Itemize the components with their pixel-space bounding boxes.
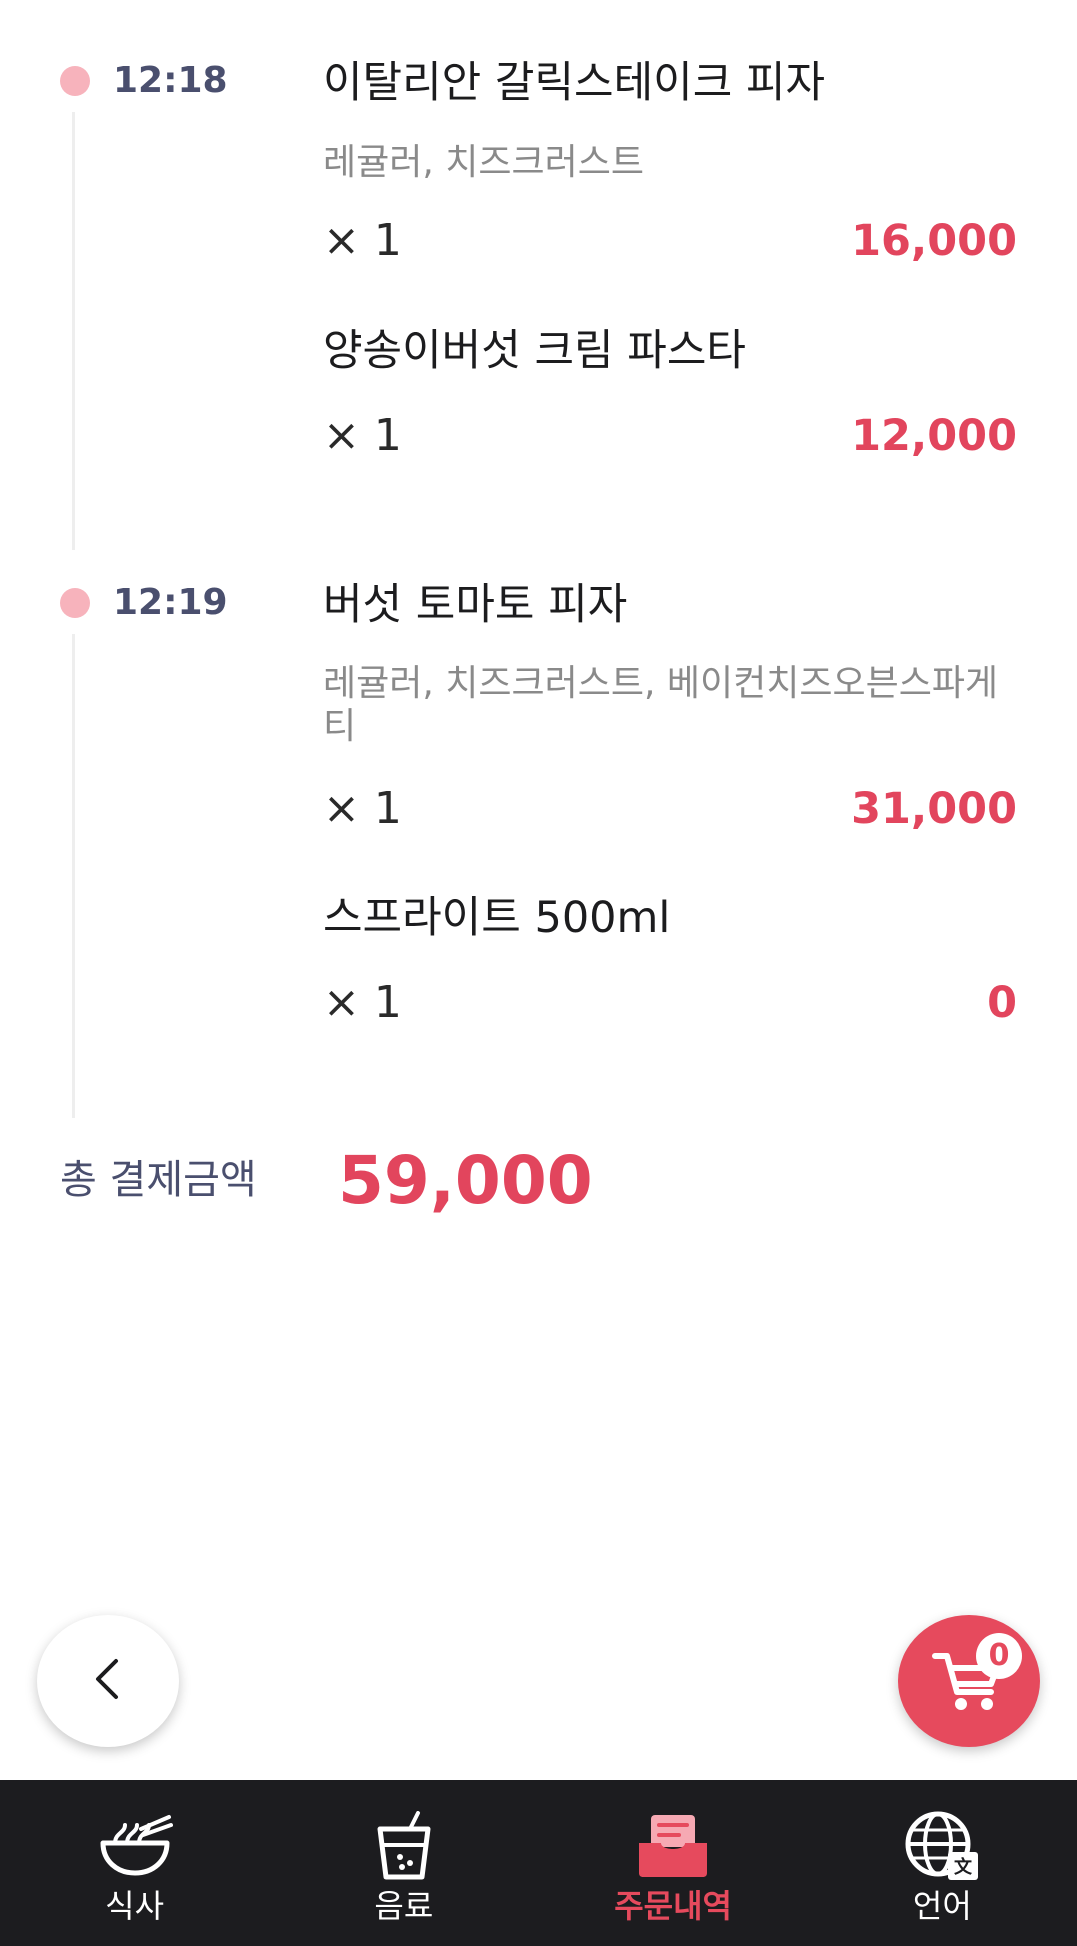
drink-cup-icon (364, 1806, 444, 1886)
timeline-dot (60, 588, 90, 618)
nav-item-meal[interactable]: 식사 (0, 1780, 269, 1946)
nav-label: 음료 (374, 1887, 434, 1925)
nav-item-order-history[interactable]: 주문내역 (539, 1780, 808, 1946)
nav-item-drink[interactable]: 음료 (269, 1780, 538, 1946)
globe-language-icon: 文 (902, 1806, 982, 1886)
nav-label: 언어 (912, 1887, 972, 1925)
item-quantity: × 1 (323, 783, 402, 834)
order-tray-icon (633, 1806, 713, 1886)
back-button[interactable] (37, 1615, 179, 1747)
bottom-nav: 식사 음료 주문내역 文 언어 (0, 1780, 1077, 1946)
nav-item-language[interactable]: 文 언어 (808, 1780, 1077, 1946)
item-options: 레귤러, 치즈크러스트, 베이컨치즈오븐스파게티 (323, 663, 999, 748)
order-group-2: 12:19 버섯 토마토 피자 레귤러, 치즈크러스트, 베이컨치즈오븐스파게티… (0, 0, 1077, 1120)
item-name: 스프라이트 500ml (323, 893, 671, 943)
nav-label: 주문내역 (614, 1887, 732, 1925)
item-price: 31,000 (851, 784, 1017, 834)
item-quantity: × 1 (323, 977, 402, 1028)
cart-count-badge: 0 (976, 1633, 1022, 1679)
nav-label: 식사 (105, 1887, 165, 1925)
total-value: 59,000 (338, 1142, 593, 1219)
chevron-left-icon (90, 1657, 126, 1705)
item-price: 0 (987, 978, 1017, 1028)
item-name: 버섯 토마토 피자 (323, 580, 628, 630)
cart-button[interactable]: 0 (898, 1615, 1040, 1747)
svg-text:文: 文 (954, 1856, 973, 1878)
timeline-line (72, 634, 75, 1118)
order-history-screen: 12:18 이탈리안 갈릭스테이크 피자 레귤러, 치즈크러스트 × 1 16,… (0, 0, 1077, 1946)
total-label: 총 결제금액 (60, 1157, 257, 1203)
noodle-bowl-icon (95, 1806, 175, 1886)
order-time: 12:19 (113, 582, 228, 623)
